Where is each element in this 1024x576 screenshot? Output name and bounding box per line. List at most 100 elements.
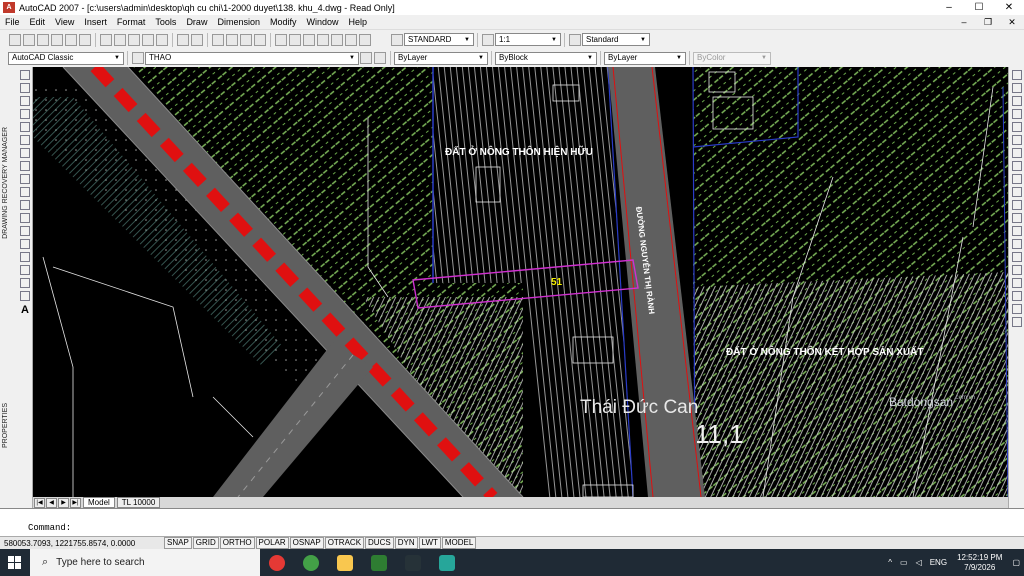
dim-scale-icon[interactable] [482,33,494,46]
offset-icon[interactable] [1012,109,1022,119]
explode-icon[interactable] [1012,278,1022,288]
tool-palettes-icon[interactable] [303,33,315,46]
menu-dimension[interactable]: Dimension [212,17,265,27]
menu-window[interactable]: Window [302,17,344,27]
notifications-icon[interactable]: ▢ [1012,558,1020,567]
construction-line-icon[interactable] [20,83,30,93]
new-icon[interactable] [9,33,21,46]
next-tab-button[interactable]: ▶ [58,497,69,508]
snap-toggle[interactable]: SNAP [164,537,192,549]
publish-icon[interactable] [79,33,91,46]
dim-style-select[interactable]: Standard ▼ [582,33,650,46]
grid-toggle[interactable]: GRID [192,537,219,549]
menu-modify[interactable]: Modify [265,17,302,27]
design-center-icon[interactable] [289,33,301,46]
circle-icon[interactable] [20,148,30,158]
redo-icon[interactable] [191,33,203,46]
match-properties-icon[interactable] [142,33,154,46]
polar-toggle[interactable]: POLAR [255,537,289,549]
quickcalc-icon[interactable] [345,33,357,46]
zoom-previous-icon[interactable] [254,33,266,46]
chat-app[interactable] [362,549,396,576]
zoom-realtime-icon[interactable] [226,33,238,46]
first-tab-button[interactable]: |◀ [34,497,45,508]
multiline-text-icon[interactable]: A [21,304,29,316]
menu-draw[interactable]: Draw [181,17,212,27]
gradient-icon[interactable] [20,265,30,275]
taskbar-search[interactable]: ⌕ Type here to search [30,549,260,576]
workspace-select[interactable]: AutoCAD Classic ▼ [8,51,124,65]
linetype-select[interactable]: ByBlock ▼ [495,51,597,65]
last-tab-button[interactable]: ▶| [70,497,81,508]
measure-icon[interactable] [1012,291,1022,301]
table-icon[interactable] [20,291,30,301]
erase-icon[interactable] [1012,70,1022,80]
doc-minimize-button[interactable]: – [952,17,976,28]
lwt-toggle[interactable]: LWT [418,537,441,549]
autocad-app-icon[interactable]: A [3,2,15,13]
preview-icon[interactable] [65,33,77,46]
paste-icon[interactable] [128,33,140,46]
revision-cloud-icon[interactable] [20,161,30,171]
layer-previous-icon[interactable] [374,52,386,64]
autocad-taskbar-app[interactable] [430,549,464,576]
chrome-app[interactable] [260,549,294,576]
drawing-canvas[interactable]: 51 ĐƯỜNG NGUYỄN THỊ RÀNH ĐẤT Ở NÔNG THÔN… [33,67,1008,497]
arc-icon[interactable] [20,135,30,145]
drawing-recovery-manager-tab[interactable]: DRAWING RECOVERY MANAGER [2,127,9,239]
fillet-icon[interactable] [1012,265,1022,275]
scale-icon[interactable] [1012,161,1022,171]
insert-block-icon[interactable] [20,213,30,223]
block-editor-icon[interactable] [156,33,168,46]
dim-style-icon[interactable] [569,33,581,46]
hatch-icon[interactable] [20,252,30,262]
coccoc-app[interactable] [294,549,328,576]
command-line[interactable]: Command: [0,508,1024,537]
menu-help[interactable]: Help [344,17,373,27]
text-style-icon[interactable] [391,33,403,46]
menu-edit[interactable]: Edit [25,17,51,27]
menu-format[interactable]: Format [112,17,151,27]
maximize-button[interactable]: ☐ [964,2,994,13]
clock[interactable]: 12:52:19 PM 7/9/2026 [957,553,1002,573]
menu-view[interactable]: View [50,17,79,27]
dyn-toggle[interactable]: DYN [394,537,418,549]
language-indicator[interactable]: ENG [930,558,947,567]
properties-palette-tab[interactable]: PROPERTIES [2,403,9,448]
print-icon[interactable] [51,33,63,46]
line-icon[interactable] [20,70,30,80]
file-explorer-app[interactable] [328,549,362,576]
open-icon[interactable] [23,33,35,46]
chamfer-icon[interactable] [1012,252,1022,262]
prev-tab-button[interactable]: ◀ [46,497,57,508]
tray-chevron-icon[interactable]: ^ [888,558,892,567]
model-toggle[interactable]: MODEL [441,537,477,549]
polygon-icon[interactable] [20,109,30,119]
ortho-toggle[interactable]: ORTHO [219,537,255,549]
stretch-icon[interactable] [1012,174,1022,184]
close-button[interactable]: ✕ [994,2,1024,13]
cut-icon[interactable] [100,33,112,46]
ducs-toggle[interactable]: DUCS [365,537,394,549]
make-current-icon[interactable] [360,52,372,64]
region-icon[interactable] [20,278,30,288]
tab-layout[interactable]: TL 10000 [116,497,161,508]
ellipse-icon[interactable] [20,187,30,197]
break-at-point-icon[interactable] [1012,213,1022,223]
doc-close-button[interactable]: ✕ [1000,17,1024,28]
doc-restore-button[interactable]: ❐ [976,17,1000,28]
extend-icon[interactable] [1012,200,1022,210]
rectangle-icon[interactable] [20,122,30,132]
join-icon[interactable] [1012,239,1022,249]
ellipse-arc-icon[interactable] [20,200,30,210]
start-button[interactable] [0,549,30,576]
lineweight-select[interactable]: ByLayer ▼ [604,51,686,65]
layer-manager-icon[interactable] [132,52,144,64]
save-icon[interactable] [37,33,49,46]
properties-icon[interactable] [275,33,287,46]
menu-file[interactable]: File [0,17,25,27]
point-icon[interactable] [20,239,30,249]
layer-select[interactable]: THAO ▼ [145,51,359,65]
zoom-window-icon[interactable] [240,33,252,46]
vpn-app[interactable] [396,549,430,576]
